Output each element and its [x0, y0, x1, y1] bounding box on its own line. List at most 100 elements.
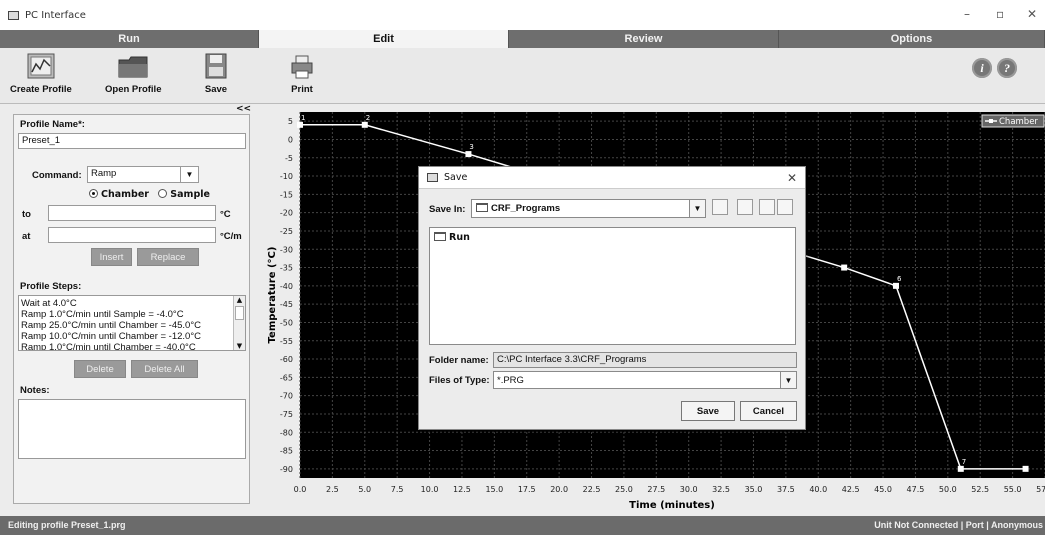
x-tick-label: 57.5: [1036, 485, 1045, 494]
y-tick-label: -10: [280, 172, 293, 181]
delete-button[interactable]: Delete: [74, 360, 126, 378]
x-tick-label: 10.0: [421, 485, 439, 494]
x-tick-label: 7.5: [391, 485, 404, 494]
x-tick-label: 45.0: [874, 485, 892, 494]
y-tick-label: -15: [280, 190, 293, 199]
x-tick-label: 52.5: [971, 485, 989, 494]
command-select[interactable]: Ramp ▼: [87, 166, 199, 183]
radio-chamber[interactable]: [89, 189, 98, 198]
list-item[interactable]: Ramp 25.0°C/min until Chamber = -45.0°C: [21, 320, 229, 331]
folder-icon: [434, 232, 446, 241]
title-bar: PC Interface – ▫ ✕: [0, 0, 1045, 30]
chevron-down-icon: ▼: [780, 372, 796, 388]
create-profile-button[interactable]: Create Profile: [10, 52, 72, 95]
y-axis-label: Temperature (°C): [267, 247, 278, 344]
help-icon[interactable]: ?: [997, 58, 1017, 78]
x-tick-label: 5.0: [358, 485, 371, 494]
y-tick-label: 0: [288, 135, 293, 144]
print-button[interactable]: Print: [288, 52, 316, 95]
save-button[interactable]: Save: [681, 401, 735, 421]
printer-icon: [291, 55, 313, 79]
radio-chamber-label: Chamber: [101, 189, 149, 200]
restore-button[interactable]: ▫: [996, 7, 1004, 21]
folder-name-field[interactable]: C:\PC Interface 3.3\CRF_Programs: [493, 352, 797, 368]
at-unit: °C/m: [220, 231, 242, 242]
print-label: Print: [291, 84, 313, 95]
save-toolbar-label: Save: [204, 84, 228, 95]
at-label: at: [22, 231, 31, 242]
at-input[interactable]: [48, 227, 216, 243]
radio-sample-label: Sample: [170, 189, 210, 200]
chevron-down-icon: ▼: [689, 200, 705, 217]
dialog-title-bar: Save ✕: [419, 167, 805, 189]
list-item[interactable]: Ramp 10.0°C/min until Chamber = -12.0°C: [21, 331, 229, 342]
target-radio-group: Chamber Sample: [89, 189, 210, 200]
x-tick-label: 27.5: [647, 485, 665, 494]
minimize-button[interactable]: –: [964, 7, 970, 21]
profile-name-label: Profile Name*:: [20, 119, 85, 130]
data-point-label: 3: [469, 143, 473, 151]
y-tick-label: -75: [280, 410, 293, 419]
data-point: [297, 121, 303, 128]
data-point: [893, 282, 899, 289]
tab-options[interactable]: Options: [779, 30, 1045, 48]
list-item[interactable]: Ramp 1.0°C/min until Sample = -4.0°C: [21, 309, 229, 320]
app-icon: [8, 10, 19, 20]
new-folder-icon[interactable]: [759, 199, 775, 215]
collapse-panel-button[interactable]: <<: [236, 104, 251, 114]
tab-edit[interactable]: Edit: [259, 30, 509, 48]
steps-scrollbar[interactable]: ▲ ▼: [233, 296, 245, 350]
tab-review[interactable]: Review: [509, 30, 779, 48]
notes-label: Notes:: [20, 385, 50, 396]
save-toolbar-button[interactable]: Save: [203, 52, 229, 95]
chevron-down-icon: ▼: [180, 167, 198, 182]
file-item-label: Run: [449, 232, 470, 243]
home-folder-icon[interactable]: [737, 199, 753, 215]
open-profile-label: Open Profile: [105, 84, 162, 95]
file-list[interactable]: Run: [429, 227, 796, 345]
list-item[interactable]: Wait at 4.0°C: [21, 298, 229, 309]
dialog-title: Save: [444, 172, 468, 183]
scroll-thumb[interactable]: [235, 306, 244, 320]
y-tick-label: -60: [280, 355, 293, 364]
create-profile-icon: [27, 53, 55, 79]
save-dialog: Save ✕ Save In: CRF_Programs ▼ Run Folde…: [418, 166, 806, 430]
dialog-close-button[interactable]: ✕: [787, 171, 797, 185]
status-right: Unit Not Connected | Port | Anonymous: [874, 520, 1043, 530]
x-tick-label: 55.0: [1004, 485, 1022, 494]
save-in-select[interactable]: CRF_Programs ▼: [471, 199, 706, 218]
cancel-button[interactable]: Cancel: [740, 401, 797, 421]
info-icon[interactable]: i: [972, 58, 992, 78]
insert-button[interactable]: Insert: [91, 248, 132, 266]
profile-steps-list[interactable]: Wait at 4.0°C Ramp 1.0°C/min until Sampl…: [18, 295, 246, 351]
data-point-label: 2: [366, 114, 370, 122]
scroll-down-icon[interactable]: ▼: [234, 342, 245, 350]
open-profile-button[interactable]: Open Profile: [105, 52, 161, 95]
command-label: Command:: [32, 170, 82, 181]
list-item[interactable]: Run: [434, 232, 470, 243]
y-tick-label: -30: [280, 245, 293, 254]
y-tick-label: -55: [280, 337, 293, 346]
x-tick-label: 50.0: [939, 485, 957, 494]
list-item[interactable]: Ramp 1.0°C/min until Chamber = -40.0°C: [21, 342, 229, 350]
to-input[interactable]: [48, 205, 216, 221]
up-folder-icon[interactable]: [712, 199, 728, 215]
replace-button[interactable]: Replace: [137, 248, 199, 266]
x-tick-label: 15.0: [485, 485, 503, 494]
scroll-up-icon[interactable]: ▲: [234, 296, 245, 304]
delete-all-button[interactable]: Delete All: [131, 360, 198, 378]
profile-name-input[interactable]: Preset_1: [18, 133, 246, 149]
x-tick-label: 25.0: [615, 485, 633, 494]
close-button[interactable]: ✕: [1027, 7, 1037, 21]
save-in-label: Save In:: [429, 204, 466, 215]
tab-run[interactable]: Run: [0, 30, 259, 48]
save-in-value: CRF_Programs: [491, 203, 561, 214]
list-view-icon[interactable]: [777, 199, 793, 215]
notes-textarea[interactable]: [18, 399, 246, 459]
radio-sample[interactable]: [158, 189, 168, 198]
y-tick-label: -20: [280, 209, 293, 218]
files-of-type-select[interactable]: *.PRG ▼: [493, 371, 797, 389]
folder-name-label: Folder name:: [429, 355, 489, 366]
legend-label: Chamber: [999, 117, 1038, 127]
y-tick-label: -40: [280, 282, 293, 291]
